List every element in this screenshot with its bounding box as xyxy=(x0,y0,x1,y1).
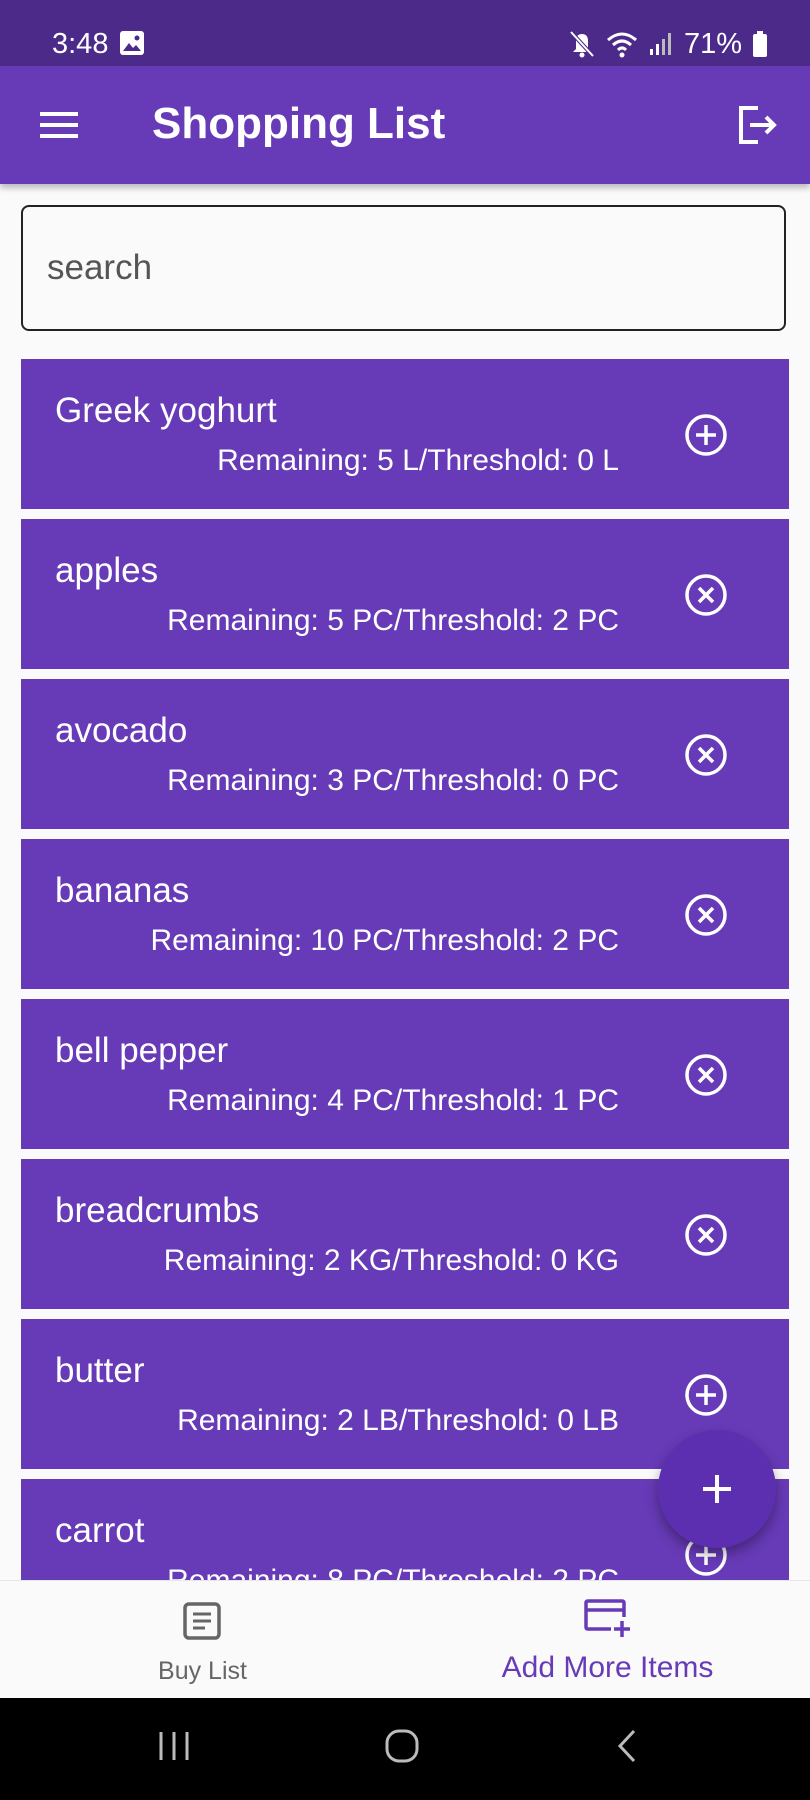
search-input[interactable] xyxy=(21,205,786,331)
status-time: 3:48 xyxy=(52,28,109,60)
bottom-nav: Buy List Add More Items xyxy=(0,1580,810,1699)
page-title: Shopping List xyxy=(152,99,446,148)
item-detail: Remaining: 2 KG/Threshold: 0 KG xyxy=(163,1244,619,1277)
signal-icon xyxy=(649,33,671,55)
tab-buy-list[interactable]: Buy List xyxy=(0,1581,405,1699)
item-name: breadcrumbs xyxy=(55,1191,260,1230)
add-item-fab[interactable] xyxy=(658,1430,776,1548)
remove-circle-icon[interactable] xyxy=(683,732,729,778)
remove-circle-icon[interactable] xyxy=(683,1052,729,1098)
list-item[interactable]: bananas Remaining: 10 PC/Threshold: 2 PC xyxy=(21,839,789,989)
tab-label: Buy List xyxy=(158,1657,247,1685)
list-item[interactable]: avocado Remaining: 3 PC/Threshold: 0 PC xyxy=(21,679,789,829)
item-name: carrot xyxy=(55,1511,145,1550)
remove-circle-icon[interactable] xyxy=(683,1212,729,1258)
gallery-icon xyxy=(120,31,144,55)
remove-circle-icon[interactable] xyxy=(683,572,729,618)
plus-icon xyxy=(703,1475,731,1503)
home-icon[interactable] xyxy=(382,1726,422,1766)
item-detail: Remaining: 10 PC/Threshold: 2 PC xyxy=(150,924,619,957)
status-icons: 71% xyxy=(568,26,768,62)
list-item[interactable]: butter Remaining: 2 LB/Threshold: 0 LB xyxy=(21,1319,789,1469)
item-name: bananas xyxy=(55,871,190,910)
logout-icon[interactable] xyxy=(734,102,780,148)
tab-add-more-items[interactable]: Add More Items xyxy=(405,1581,810,1699)
remove-circle-icon[interactable] xyxy=(683,892,729,938)
item-name: bell pepper xyxy=(55,1031,229,1070)
recents-icon[interactable] xyxy=(156,1726,192,1766)
mute-icon xyxy=(569,30,595,58)
wifi-icon xyxy=(606,32,637,58)
add-card-icon xyxy=(584,1599,630,1637)
list-item[interactable]: apples Remaining: 5 PC/Threshold: 2 PC xyxy=(21,519,789,669)
item-name: avocado xyxy=(55,711,188,750)
system-nav-bar xyxy=(0,1698,810,1800)
item-detail: Remaining: 4 PC/Threshold: 1 PC xyxy=(167,1084,619,1117)
item-name: Greek yoghurt xyxy=(55,391,277,430)
status-bar: 3:48 71% xyxy=(0,0,810,66)
back-icon[interactable] xyxy=(612,1726,642,1766)
battery-icon xyxy=(753,31,767,57)
item-detail: Remaining: 5 PC/Threshold: 2 PC xyxy=(167,604,619,637)
menu-icon[interactable] xyxy=(36,102,82,148)
add-circle-icon[interactable] xyxy=(683,412,729,458)
item-detail: Remaining: 3 PC/Threshold: 0 PC xyxy=(167,764,619,797)
list-item[interactable]: breadcrumbs Remaining: 2 KG/Threshold: 0… xyxy=(21,1159,789,1309)
list-icon xyxy=(183,1602,221,1640)
item-list: Greek yoghurt Remaining: 5 L/Threshold: … xyxy=(21,359,789,1580)
list-item[interactable]: Greek yoghurt Remaining: 5 L/Threshold: … xyxy=(21,359,789,509)
list-item[interactable]: bell pepper Remaining: 4 PC/Threshold: 1… xyxy=(21,999,789,1149)
tab-label: Add More Items xyxy=(501,1651,714,1684)
item-detail: Remaining: 2 LB/Threshold: 0 LB xyxy=(177,1404,619,1437)
item-detail: Remaining: 8 PC/Threshold: 2 PC xyxy=(167,1561,619,1580)
item-name: butter xyxy=(55,1351,145,1390)
battery-percent: 71% xyxy=(683,27,742,60)
item-name: apples xyxy=(55,551,159,590)
item-detail: Remaining: 5 L/Threshold: 0 L xyxy=(217,444,619,477)
app-bar: Shopping List xyxy=(0,66,810,184)
add-circle-icon[interactable] xyxy=(683,1372,729,1418)
